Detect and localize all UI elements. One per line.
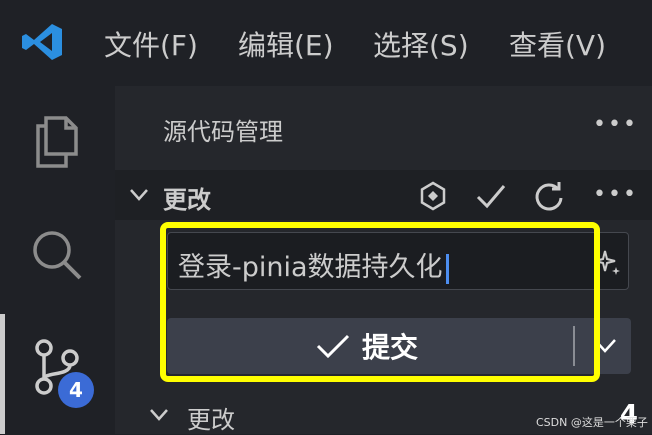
sparkle-icon[interactable] (592, 247, 622, 277)
commit-button[interactable]: 提交 (167, 318, 631, 374)
menu-view[interactable]: 查看(V) (509, 24, 606, 64)
vscode-logo-icon (22, 24, 62, 60)
more-actions-icon[interactable]: ••• (593, 112, 638, 137)
title-bar: 文件(F) 编辑(E) 选择(S) 查看(V) (0, 0, 652, 86)
search-icon[interactable] (28, 226, 86, 284)
changes-group-label[interactable]: 更改 (187, 400, 235, 435)
changes-more-actions-icon[interactable]: ••• (593, 182, 638, 207)
watermark: CSDN @这是一个栗子 (536, 416, 648, 429)
refresh-icon[interactable] (533, 180, 565, 212)
check-icon (316, 334, 350, 359)
commit-check-icon[interactable] (475, 180, 507, 212)
commit-dropdown-chevron-icon[interactable] (593, 338, 617, 354)
changes-section-header[interactable]: 更改 ••• (115, 170, 652, 220)
chevron-down-icon (130, 189, 148, 201)
activity-bar: 4 (0, 86, 115, 434)
button-divider (573, 326, 575, 366)
commit-message-input[interactable]: 登录-pinia数据持久化 (167, 232, 629, 290)
active-view-indicator (0, 314, 5, 434)
generate-commit-message-icon[interactable] (417, 180, 449, 212)
commit-message-text: 登录-pinia数据持久化 (178, 252, 443, 283)
commit-button-label: 提交 (361, 331, 418, 364)
explorer-icon[interactable] (28, 112, 86, 170)
menu-edit[interactable]: 编辑(E) (238, 24, 334, 64)
menu-selection[interactable]: 选择(S) (373, 24, 469, 64)
changes-section-label: 更改 (163, 186, 211, 214)
menu-file[interactable]: 文件(F) (104, 24, 198, 64)
source-control-panel: 源代码管理 ••• 更改 ••• 登录-pinia数据持久化 提交 更改 4 (115, 86, 652, 434)
panel-title: 源代码管理 (163, 118, 283, 146)
scm-count-badge: 4 (58, 372, 94, 408)
text-caret (445, 253, 449, 284)
changes-group-chevron-icon[interactable] (149, 408, 169, 422)
